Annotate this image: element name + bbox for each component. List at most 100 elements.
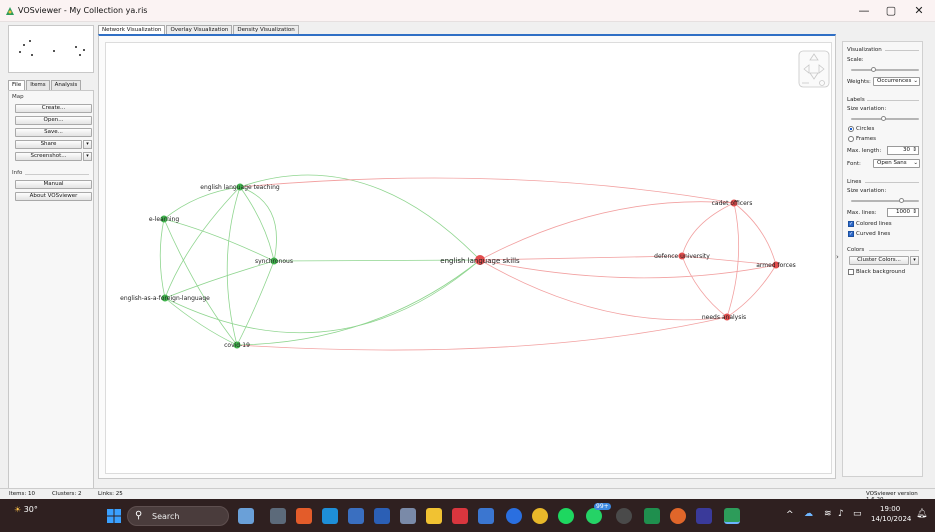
chevron-down-icon: ⌄ xyxy=(913,78,918,84)
tab-items[interactable]: Items xyxy=(26,80,50,90)
task-view-icon[interactable] xyxy=(270,508,286,524)
file-explorer-icon[interactable] xyxy=(426,508,442,524)
overview-map[interactable] xyxy=(8,25,94,73)
photos-icon[interactable] xyxy=(400,508,416,524)
taskbar-app-icon[interactable] xyxy=(238,508,254,524)
frames-label: Frames xyxy=(856,136,877,142)
tab-file[interactable]: File xyxy=(8,80,26,90)
copilot-icon[interactable] xyxy=(296,508,312,524)
left-tabs: File Items Analysis xyxy=(8,80,82,90)
black-background-checkbox[interactable] xyxy=(848,269,854,275)
cloud-icon[interactable]: ☁ xyxy=(804,509,813,519)
frames-radio[interactable] xyxy=(848,136,854,142)
vosviewer-taskbar-icon[interactable] xyxy=(724,508,740,524)
volume-icon[interactable]: ♪ xyxy=(838,509,844,519)
whatsapp-icon[interactable] xyxy=(586,508,602,524)
firefox-icon[interactable] xyxy=(670,508,686,524)
screenshot-dropdown-icon[interactable]: ▾ xyxy=(83,152,92,161)
line-size-slider[interactable] xyxy=(851,200,919,202)
messenger-icon[interactable] xyxy=(506,508,522,524)
spinner-icon[interactable]: ⇕ xyxy=(912,209,917,216)
label-english-as-a-foreign-language: english-as-a-foreign-language xyxy=(120,295,210,302)
notification-badge: 99+ xyxy=(594,503,611,510)
close-button[interactable]: ✕ xyxy=(905,2,933,20)
create-button[interactable]: Create... xyxy=(15,104,92,113)
teams-icon[interactable] xyxy=(348,508,364,524)
divider xyxy=(865,182,919,183)
label-english-language-teaching: english language teaching xyxy=(200,184,280,191)
vosviewer-logo-icon xyxy=(6,7,14,15)
about-button[interactable]: About VOSviewer xyxy=(15,192,92,201)
weather-sun-icon: ☀ xyxy=(14,505,22,514)
taskbar-search-input[interactable]: ⚲ Search xyxy=(127,506,229,526)
green-cluster-links xyxy=(159,186,277,346)
weather-widget[interactable]: ☀ 30° xyxy=(14,505,38,514)
clock-date[interactable]: 14/10/2024 xyxy=(871,515,911,523)
share-button[interactable]: Share xyxy=(15,140,82,149)
save-button[interactable]: Save... xyxy=(15,128,92,137)
max-length-label: Max. length: xyxy=(847,148,882,154)
minimize-button[interactable]: — xyxy=(850,2,878,20)
label-defence-university: defence university xyxy=(654,253,710,260)
label-cadet-officers: cadet officers xyxy=(712,200,753,207)
word-icon[interactable] xyxy=(374,508,390,524)
clusters-count: Clusters: 2 xyxy=(52,491,82,497)
clock-time[interactable]: 19:00 xyxy=(880,505,900,513)
divider xyxy=(885,50,919,51)
cluster-colors-dropdown-icon[interactable]: ▾ xyxy=(910,256,919,265)
wifi-icon[interactable]: ≋ xyxy=(824,509,832,519)
weights-select[interactable]: Occurrences ⌄ xyxy=(873,77,920,86)
scale-label: Scale: xyxy=(847,57,864,63)
label-english-language-skills: english language skills xyxy=(440,257,520,265)
colored-lines-checkbox[interactable]: ✓ xyxy=(848,221,854,227)
curved-lines-checkbox[interactable]: ✓ xyxy=(848,231,854,237)
manual-button[interactable]: Manual xyxy=(15,180,92,189)
notifications-bell-icon[interactable]: 🔔︎ xyxy=(916,509,927,519)
share-dropdown-icon[interactable]: ▾ xyxy=(83,140,92,149)
network-canvas[interactable]: english language teaching e-learning eng… xyxy=(105,42,832,474)
security-icon[interactable] xyxy=(452,508,468,524)
max-lines-label: Max. lines: xyxy=(847,210,877,216)
weights-label: Weights: xyxy=(847,79,871,85)
pan-zoom-control[interactable] xyxy=(798,50,830,88)
calendar-icon[interactable] xyxy=(478,508,494,524)
label-needs-analysis: needs analysis xyxy=(702,314,746,321)
window-title: VOSviewer - My Collection ya.ris xyxy=(18,6,148,15)
maximize-button[interactable]: ▢ xyxy=(877,2,905,20)
spotify-icon[interactable] xyxy=(558,508,574,524)
chevron-up-icon[interactable]: ^ xyxy=(786,510,794,520)
max-lines-input[interactable]: 1000 ⇕ xyxy=(887,208,919,217)
screenshot-button[interactable]: Screenshot... xyxy=(15,152,82,161)
chrome-icon[interactable] xyxy=(532,508,548,524)
max-length-input[interactable]: 30 ⇕ xyxy=(887,146,919,155)
file-panel: Map Create... Open... Save... Share ▾ Sc… xyxy=(8,90,94,501)
circles-radio[interactable] xyxy=(848,126,854,132)
search-placeholder: Search xyxy=(152,512,180,521)
obs-icon[interactable] xyxy=(616,508,632,524)
line-size-slider-handle[interactable] xyxy=(899,198,904,203)
spinner-icon[interactable]: ⇕ xyxy=(912,147,917,154)
windows-start-icon[interactable] xyxy=(106,508,122,524)
collapse-panel-icon[interactable]: › xyxy=(836,253,839,261)
cluster-colors-button[interactable]: Cluster Colors... xyxy=(849,256,909,265)
scale-slider[interactable] xyxy=(851,69,919,71)
title-bar: VOSviewer - My Collection ya.ris — ▢ ✕ xyxy=(0,0,935,22)
divider xyxy=(869,250,919,251)
scale-slider-handle[interactable] xyxy=(871,67,876,72)
network-graph[interactable]: english language teaching e-learning eng… xyxy=(106,43,833,475)
label-synchronous: synchronous xyxy=(255,258,293,265)
tab-analysis[interactable]: Analysis xyxy=(50,80,82,90)
left-panel: File Items Analysis Map Create... Open..… xyxy=(3,23,94,501)
font-select[interactable]: Open Sans ⌄ xyxy=(873,159,920,168)
chevron-down-icon: ⌄ xyxy=(913,160,918,166)
label-size-variation-label: Size variation: xyxy=(847,106,887,112)
app-icon[interactable] xyxy=(696,508,712,524)
labels-section-label: Labels xyxy=(847,97,865,103)
label-size-slider-handle[interactable] xyxy=(881,116,886,121)
open-button[interactable]: Open... xyxy=(15,116,92,125)
edge-icon[interactable] xyxy=(322,508,338,524)
battery-icon[interactable]: ▭ xyxy=(853,509,862,519)
visualization-area: english language teaching e-learning eng… xyxy=(98,34,836,479)
excel-icon[interactable] xyxy=(644,508,660,524)
label-armed-forces: armed forces xyxy=(756,262,796,269)
